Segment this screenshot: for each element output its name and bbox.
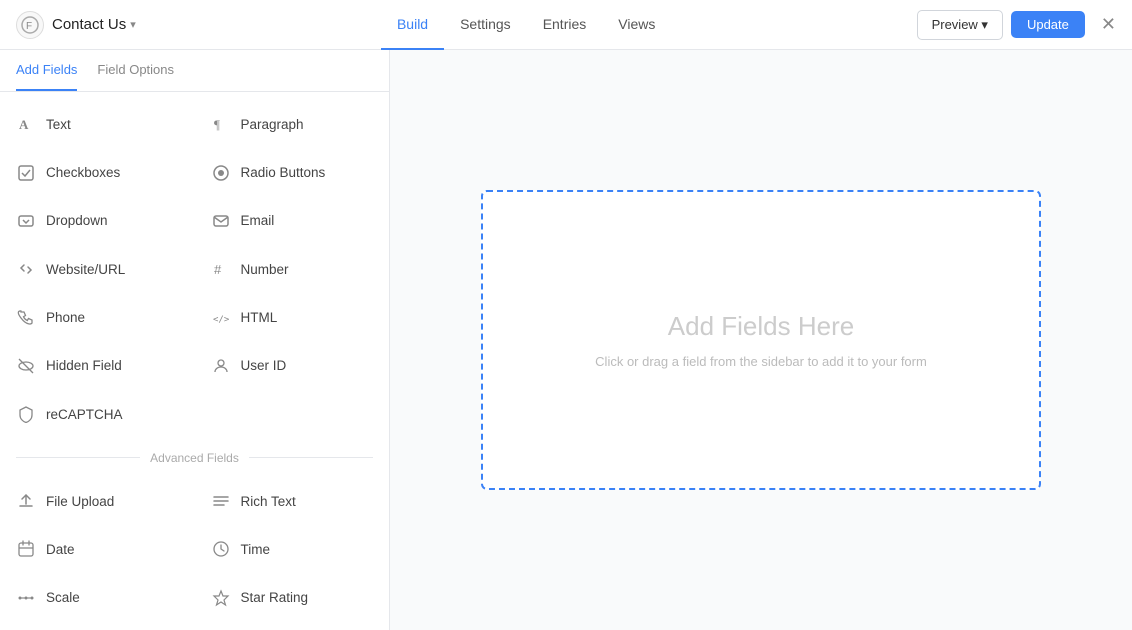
phone-icon bbox=[16, 308, 36, 328]
field-dropdown-label: Dropdown bbox=[46, 213, 108, 228]
nav-entries[interactable]: Entries bbox=[527, 0, 603, 50]
field-text[interactable]: A Text bbox=[0, 100, 195, 148]
recaptcha-icon bbox=[16, 404, 36, 424]
field-fileupload-label: File Upload bbox=[46, 494, 114, 509]
tab-add-fields[interactable]: Add Fields bbox=[16, 50, 77, 91]
time-icon bbox=[211, 539, 231, 559]
field-scale-label: Scale bbox=[46, 590, 80, 605]
field-hidden[interactable]: Hidden Field bbox=[0, 342, 195, 390]
website-icon bbox=[16, 259, 36, 279]
field-scale[interactable]: Scale bbox=[0, 574, 195, 622]
advanced-fields-label: Advanced Fields bbox=[150, 451, 239, 465]
userid-icon bbox=[211, 356, 231, 376]
update-button[interactable]: Update bbox=[1011, 11, 1085, 38]
email-icon bbox=[211, 211, 231, 231]
header: F Contact Us ▾ Build Settings Entries Vi… bbox=[0, 0, 1132, 50]
advanced-fields-divider: Advanced Fields bbox=[0, 439, 389, 477]
field-phone-label: Phone bbox=[46, 310, 85, 325]
field-radio[interactable]: Radio Buttons bbox=[195, 148, 390, 196]
field-website[interactable]: Website/URL bbox=[0, 245, 195, 293]
drop-zone-subtitle: Click or drag a field from the sidebar t… bbox=[595, 354, 927, 369]
field-html-label: HTML bbox=[241, 310, 278, 325]
svg-text:</>: </> bbox=[213, 315, 230, 325]
field-richtext[interactable]: Rich Text bbox=[195, 477, 390, 525]
field-date[interactable]: Date bbox=[0, 525, 195, 573]
sidebar: Add Fields Field Options A Text ¶ Paragr… bbox=[0, 50, 390, 630]
field-checkboxes-label: Checkboxes bbox=[46, 165, 120, 180]
svg-text:F: F bbox=[26, 21, 32, 32]
field-phone[interactable]: Phone bbox=[0, 293, 195, 341]
main-layout: Add Fields Field Options A Text ¶ Paragr… bbox=[0, 50, 1132, 630]
scale-icon bbox=[16, 588, 36, 608]
field-hidden-label: Hidden Field bbox=[46, 358, 122, 373]
field-checkboxes[interactable]: Checkboxes bbox=[0, 148, 195, 196]
title-chevron[interactable]: ▾ bbox=[130, 18, 136, 31]
richtext-icon bbox=[211, 491, 231, 511]
nav-views[interactable]: Views bbox=[602, 0, 671, 50]
field-email[interactable]: Email bbox=[195, 197, 390, 245]
field-date-label: Date bbox=[46, 542, 75, 557]
drop-zone-title: Add Fields Here bbox=[668, 311, 854, 342]
fields-grid: A Text ¶ Paragraph Checkboxes bbox=[0, 92, 389, 630]
sidebar-tabs: Add Fields Field Options bbox=[0, 50, 389, 92]
nav-settings[interactable]: Settings bbox=[444, 0, 527, 50]
dropdown-icon bbox=[16, 211, 36, 231]
starrating-icon bbox=[211, 588, 231, 608]
svg-text:A: A bbox=[19, 117, 29, 132]
field-text-label: Text bbox=[46, 117, 71, 132]
field-recaptcha[interactable]: reCAPTCHA bbox=[0, 390, 195, 438]
nav-build[interactable]: Build bbox=[381, 0, 444, 50]
number-icon: # bbox=[211, 259, 231, 279]
field-website-label: Website/URL bbox=[46, 262, 125, 277]
field-starrating[interactable]: Star Rating bbox=[195, 574, 390, 622]
html-icon: </> bbox=[211, 308, 231, 328]
form-canvas: Add Fields Here Click or drag a field fr… bbox=[390, 50, 1132, 630]
fileupload-icon bbox=[16, 491, 36, 511]
field-paragraph[interactable]: ¶ Paragraph bbox=[195, 100, 390, 148]
field-recaptcha-label: reCAPTCHA bbox=[46, 407, 123, 422]
field-number[interactable]: # Number bbox=[195, 245, 390, 293]
text-icon: A bbox=[16, 114, 36, 134]
field-userid[interactable]: User ID bbox=[195, 342, 390, 390]
field-userid-label: User ID bbox=[241, 358, 287, 373]
field-time[interactable]: Time bbox=[195, 525, 390, 573]
field-time-label: Time bbox=[241, 542, 271, 557]
close-button[interactable]: ✕ bbox=[1101, 14, 1116, 35]
checkboxes-icon bbox=[16, 163, 36, 183]
field-fileupload[interactable]: File Upload bbox=[0, 477, 195, 525]
field-starrating-label: Star Rating bbox=[241, 590, 309, 605]
field-richtext-label: Rich Text bbox=[241, 494, 296, 509]
preview-button[interactable]: Preview ▾ bbox=[917, 10, 1003, 40]
svg-text:#: # bbox=[214, 262, 222, 277]
paragraph-icon: ¶ bbox=[211, 114, 231, 134]
main-nav: Build Settings Entries Views bbox=[381, 0, 671, 50]
form-title: Contact Us bbox=[52, 16, 126, 33]
svg-text:¶: ¶ bbox=[214, 117, 220, 132]
date-icon bbox=[16, 539, 36, 559]
drop-zone[interactable]: Add Fields Here Click or drag a field fr… bbox=[481, 190, 1041, 490]
header-actions: Preview ▾ Update ✕ bbox=[917, 10, 1116, 40]
tab-field-options[interactable]: Field Options bbox=[97, 50, 174, 91]
app-logo: F bbox=[16, 11, 44, 39]
field-number-label: Number bbox=[241, 262, 289, 277]
field-email-label: Email bbox=[241, 213, 275, 228]
field-html[interactable]: </> HTML bbox=[195, 293, 390, 341]
field-dropdown[interactable]: Dropdown bbox=[0, 197, 195, 245]
hidden-icon bbox=[16, 356, 36, 376]
field-paragraph-label: Paragraph bbox=[241, 117, 304, 132]
radio-icon bbox=[211, 163, 231, 183]
field-radio-label: Radio Buttons bbox=[241, 165, 326, 180]
